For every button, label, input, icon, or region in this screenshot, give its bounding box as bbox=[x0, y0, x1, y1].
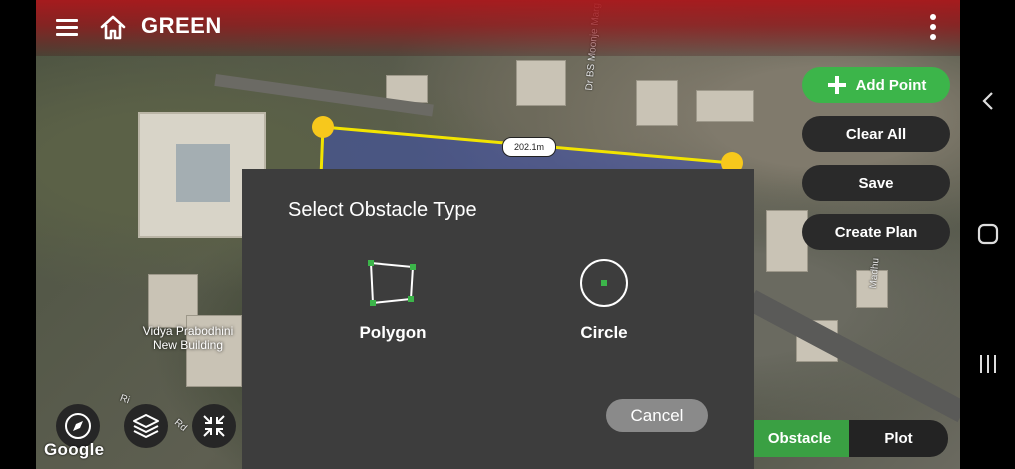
dialog-title: Select Obstacle Type bbox=[288, 199, 477, 221]
create-plan-label: Create Plan bbox=[834, 223, 918, 241]
home-square-icon bbox=[977, 223, 998, 245]
polygon-option[interactable]: Polygon bbox=[333, 257, 453, 347]
system-navigation-bar bbox=[960, 0, 1015, 469]
save-button[interactable]: Save bbox=[802, 165, 950, 201]
home-button[interactable] bbox=[96, 10, 130, 44]
plus-icon bbox=[827, 76, 846, 94]
left-screen-edge bbox=[0, 0, 36, 469]
distance-label: 202.1m bbox=[502, 137, 556, 157]
tab-obstacle-label: Obstacle bbox=[767, 430, 832, 447]
home-icon bbox=[100, 15, 126, 40]
circle-option-label: Circle bbox=[580, 323, 628, 342]
tab-plot-label: Plot bbox=[884, 430, 913, 447]
clear-all-label: Clear All bbox=[845, 125, 907, 143]
nav-home-button[interactable] bbox=[960, 222, 1015, 246]
clear-all-button[interactable]: Clear All bbox=[802, 116, 950, 152]
recents-icon bbox=[979, 355, 996, 373]
nav-back-button[interactable] bbox=[960, 90, 1015, 112]
collapse-button[interactable] bbox=[192, 404, 236, 448]
cancel-label: Cancel bbox=[630, 405, 684, 425]
circle-option[interactable]: Circle bbox=[544, 257, 664, 347]
cancel-button[interactable]: Cancel bbox=[606, 399, 708, 432]
polygon-vertex[interactable] bbox=[312, 116, 334, 138]
app-title: GREEN bbox=[141, 13, 222, 38]
add-point-button[interactable]: Add Point bbox=[802, 67, 950, 103]
circle-shape-icon bbox=[580, 259, 628, 307]
save-label: Save bbox=[858, 174, 894, 192]
create-plan-button[interactable]: Create Plan bbox=[802, 214, 950, 250]
more-vertical-icon bbox=[930, 14, 936, 40]
hamburger-menu-icon bbox=[56, 19, 78, 36]
back-chevron-icon bbox=[981, 92, 993, 110]
layers-button[interactable] bbox=[124, 404, 168, 448]
obstacle-type-dialog: Select Obstacle Type Polygon Circle Canc… bbox=[242, 169, 754, 469]
menu-button[interactable] bbox=[52, 14, 82, 40]
mode-tabs: Obstacle Plot bbox=[750, 420, 948, 457]
google-attribution: Google bbox=[44, 440, 105, 459]
tab-obstacle[interactable]: Obstacle bbox=[750, 420, 849, 457]
add-point-label: Add Point bbox=[855, 76, 927, 94]
nav-recents-button[interactable] bbox=[960, 352, 1015, 376]
polygon-shape-icon bbox=[368, 260, 416, 306]
polygon-option-label: Polygon bbox=[359, 323, 427, 342]
tab-plot[interactable]: Plot bbox=[849, 420, 948, 457]
layers-icon bbox=[133, 414, 159, 438]
more-options-button[interactable] bbox=[920, 10, 946, 44]
collapse-arrows-icon bbox=[203, 415, 225, 437]
compass-icon bbox=[65, 413, 91, 439]
